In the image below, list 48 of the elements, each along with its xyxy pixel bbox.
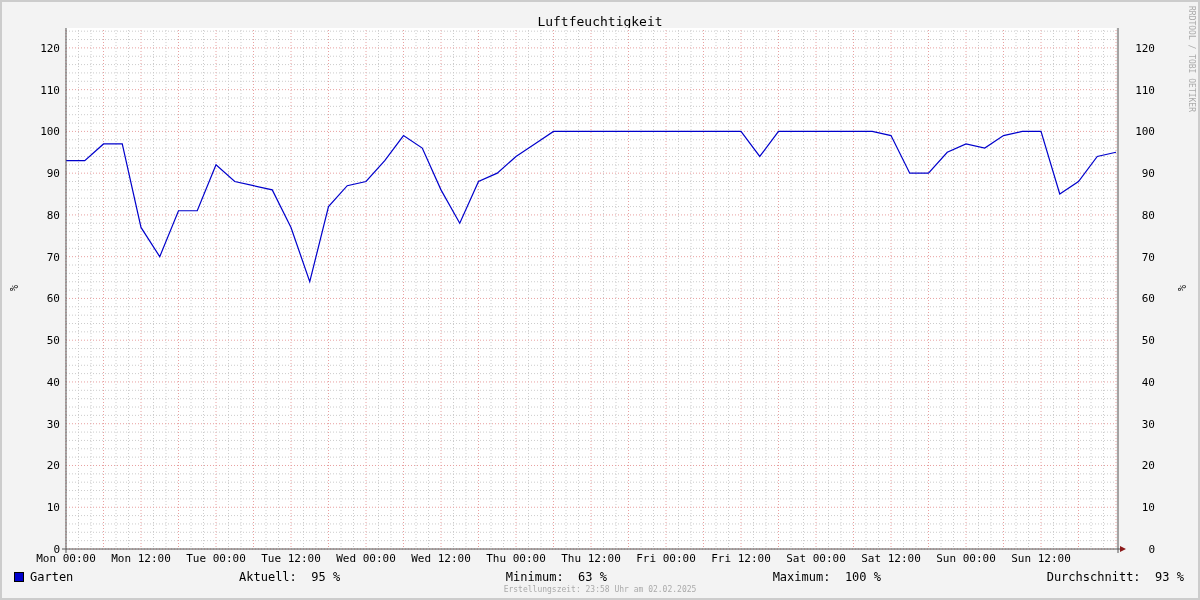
axis-tick-label: Sun 00:00: [936, 552, 996, 565]
side-text: RRDTOOL / TOBI OETIKER: [1186, 6, 1197, 112]
axis-tick-label: Thu 12:00: [561, 552, 621, 565]
axis-tick-label: Tue 00:00: [186, 552, 246, 565]
axis-label: %: [8, 285, 19, 291]
axis-tick-label: 10: [1141, 501, 1155, 515]
legend-stat: Maximum: 100 %: [772, 569, 881, 586]
axis-tick-label: 30: [46, 417, 60, 431]
axis-tick-label: Thu 00:00: [486, 552, 546, 565]
axis-tick-label: 90: [1141, 167, 1155, 181]
axis-tick-label: Sat 00:00: [786, 552, 846, 565]
axis-tick-label: 80: [46, 208, 60, 222]
axis-tick-label: Sun 12:00: [1011, 552, 1071, 565]
axis-tick-label: Mon 12:00: [111, 552, 171, 565]
axis-tick-label: Tue 12:00: [261, 552, 321, 565]
axis-tick-label: 80: [1141, 208, 1155, 222]
axis-tick-label: 100: [40, 125, 60, 139]
axis-tick-label: 110: [40, 83, 60, 97]
legend-stat: Minimum: 63 %: [505, 569, 607, 585]
axis-tick-label: Fri 00:00: [636, 552, 696, 565]
axis-tick-label: 90: [46, 167, 60, 181]
legend-label: Garten: [30, 569, 74, 586]
axis-tick-label: 70: [1141, 250, 1155, 264]
axis-tick-label: 60: [46, 292, 60, 306]
legend-stat: Aktuell: 95 %: [239, 569, 341, 586]
axis-tick-label: Sat 12:00: [861, 552, 921, 565]
chart-title: Luftfeuchtigkeit: [537, 15, 663, 28]
axis-tick-label: Wed 12:00: [411, 552, 471, 565]
axis-tick-label: 120: [1135, 41, 1155, 55]
axis-tick-label: 110: [1135, 83, 1155, 97]
legend-stat: Durchschnitt: 93 %: [1046, 569, 1184, 586]
axis-tick-label: 50: [46, 334, 60, 348]
axis-tick-label: 70: [46, 250, 60, 264]
axis-tick-label: 120: [40, 41, 60, 55]
axis-tick-label: 40: [46, 375, 60, 389]
axis-tick-label: 30: [1141, 417, 1155, 431]
axis-tick-label: 20: [1141, 459, 1155, 473]
footer-text: Erstellungszeit: 23:58 Uhr am 02.02.2025: [503, 586, 697, 594]
axis-tick-label: 100: [1135, 125, 1155, 139]
axis-tick-label: 60: [1141, 292, 1155, 306]
axis-tick-label: 20: [46, 459, 60, 473]
axis-tick-label: 0: [1148, 543, 1155, 556]
axis-tick-label: Fri 12:00: [711, 552, 771, 565]
axis-tick-label: Wed 00:00: [336, 552, 396, 565]
axis-tick-label: 10: [46, 501, 60, 515]
axis-tick-label: 50: [1141, 334, 1155, 348]
axis-tick-label: 40: [1141, 375, 1155, 389]
axis-label: %: [1176, 285, 1187, 291]
